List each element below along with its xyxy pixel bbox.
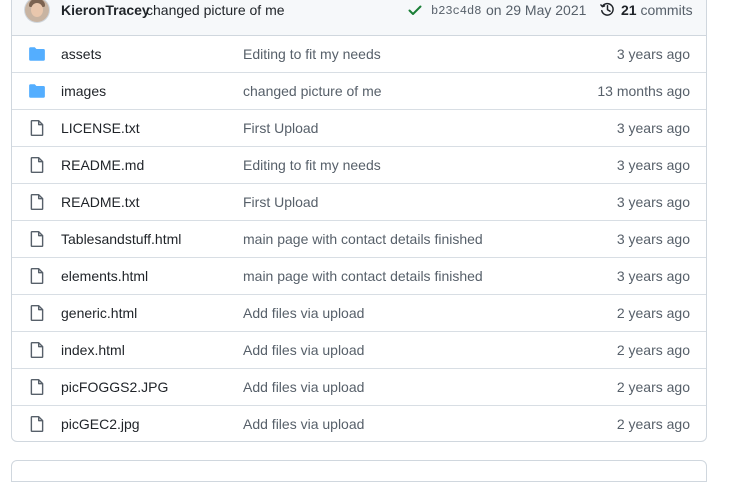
file-commit-age: 2 years ago bbox=[616, 342, 690, 358]
file-commit-age: 2 years ago bbox=[616, 305, 690, 321]
file-list: assets Editing to fit my needs 3 years ago… bbox=[12, 36, 706, 441]
file-icon bbox=[30, 267, 44, 285]
file-name-link[interactable]: elements.html bbox=[61, 268, 148, 284]
commits-label: commits bbox=[640, 2, 693, 18]
file-commit-message-link[interactable]: main page with contact details finished bbox=[243, 268, 483, 284]
file-commit-age: 3 years ago bbox=[616, 194, 690, 210]
file-row[interactable]: elements.html main page with contact deta… bbox=[12, 258, 706, 295]
file-commit-message-link[interactable]: main page with contact details finished bbox=[243, 231, 483, 247]
file-icon bbox=[30, 119, 44, 137]
file-icon bbox=[30, 304, 44, 322]
file-commit-age: 2 years ago bbox=[616, 379, 690, 395]
file-row[interactable]: images changed picture of me 13 months ago bbox=[12, 73, 706, 110]
file-browser: KieronTracey changed picture of me b23c4… bbox=[11, 0, 707, 442]
file-commit-message-link[interactable]: Editing to fit my needs bbox=[243, 157, 381, 173]
file-commit-age: 3 years ago bbox=[616, 157, 690, 173]
file-name-link[interactable]: README.md bbox=[61, 157, 144, 173]
file-row[interactable]: assets Editing to fit my needs 3 years ago bbox=[12, 36, 706, 73]
file-commit-message-link[interactable]: Editing to fit my needs bbox=[243, 46, 381, 62]
commit-count: 21 bbox=[621, 2, 637, 18]
file-row[interactable]: README.txt First Upload 3 years ago bbox=[12, 184, 706, 221]
file-commit-message-link[interactable]: Add files via upload bbox=[243, 416, 364, 432]
file-name-link[interactable]: picFOGGS2.JPG bbox=[61, 379, 168, 395]
file-commit-message-link[interactable]: First Upload bbox=[243, 194, 318, 210]
latest-commit-bar: KieronTracey changed picture of me b23c4… bbox=[12, 0, 706, 36]
readme-box-edge bbox=[11, 460, 707, 482]
check-icon[interactable] bbox=[407, 2, 423, 18]
file-row[interactable]: picGEC2.jpg Add files via upload 2 years a… bbox=[12, 406, 706, 441]
history-icon[interactable] bbox=[599, 1, 616, 18]
file-name-link[interactable]: Tablesandstuff.html bbox=[61, 231, 181, 247]
file-commit-age: 3 years ago bbox=[616, 268, 690, 284]
file-icon bbox=[30, 378, 44, 396]
file-name-link[interactable]: index.html bbox=[61, 342, 125, 358]
file-row[interactable]: README.md Editing to fit my needs 3 years … bbox=[12, 147, 706, 184]
file-row[interactable]: generic.html Add files via upload 2 years … bbox=[12, 295, 706, 332]
file-commit-message-link[interactable]: First Upload bbox=[243, 120, 318, 136]
file-icon bbox=[30, 156, 44, 174]
file-row[interactable]: Tablesandstuff.html main page with contac… bbox=[12, 221, 706, 258]
file-icon bbox=[30, 230, 44, 248]
file-commit-age: 13 months ago bbox=[597, 83, 690, 99]
file-commit-message-link[interactable]: Add files via upload bbox=[243, 342, 364, 358]
file-row[interactable]: index.html Add files via upload 2 years ag… bbox=[12, 332, 706, 369]
file-commit-message-link[interactable]: changed picture of me bbox=[243, 83, 382, 99]
file-commit-age: 2 years ago bbox=[616, 416, 690, 432]
commit-author-link[interactable]: KieronTracey bbox=[61, 2, 150, 18]
file-row[interactable]: picFOGGS2.JPG Add files via upload 2 years… bbox=[12, 369, 706, 406]
file-commit-age: 3 years ago bbox=[616, 120, 690, 136]
commit-sha-link[interactable]: b23c4d8 bbox=[431, 4, 481, 18]
author-avatar[interactable] bbox=[25, 0, 49, 22]
avatar-face bbox=[31, 3, 43, 17]
file-name-link[interactable]: LICENSE.txt bbox=[61, 120, 140, 136]
file-name-link[interactable]: README.txt bbox=[61, 194, 140, 210]
file-name-link[interactable]: images bbox=[61, 83, 106, 99]
file-icon bbox=[30, 415, 44, 433]
file-icon bbox=[30, 341, 44, 359]
commit-history-link[interactable]: 21 commits bbox=[621, 2, 693, 18]
file-row[interactable]: LICENSE.txt First Upload 3 years ago bbox=[12, 110, 706, 147]
commit-date: on 29 May 2021 bbox=[486, 2, 587, 18]
file-name-link[interactable]: assets bbox=[61, 46, 101, 62]
file-commit-message-link[interactable]: Add files via upload bbox=[243, 379, 364, 395]
file-name-link[interactable]: picGEC2.jpg bbox=[61, 416, 140, 432]
folder-icon bbox=[29, 47, 45, 61]
file-commit-age: 3 years ago bbox=[616, 46, 690, 62]
folder-icon bbox=[29, 84, 45, 98]
file-name-link[interactable]: generic.html bbox=[61, 305, 137, 321]
file-icon bbox=[30, 193, 44, 211]
commit-message-link[interactable]: changed picture of me bbox=[146, 2, 285, 18]
file-commit-age: 3 years ago bbox=[616, 231, 690, 247]
file-commit-message-link[interactable]: Add files via upload bbox=[243, 305, 364, 321]
